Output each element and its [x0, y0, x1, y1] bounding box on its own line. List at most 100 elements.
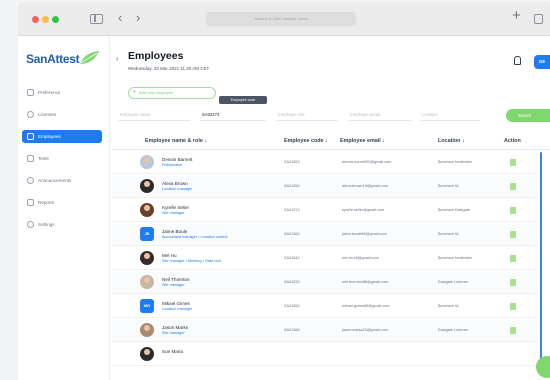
avatar: MG [140, 299, 154, 313]
table-row[interactable]: Neil Thornton Site manager SA01532 neil.tho… [112, 272, 536, 294]
sidebar-item-licenses[interactable]: Licenses [22, 108, 102, 121]
employee-name: Dennis Barnett [162, 157, 193, 162]
sidebar-item-preference[interactable]: Preference [22, 86, 102, 99]
new-tab-icon[interactable]: + [512, 8, 521, 24]
table-row[interactable]: Alexa Brown Location manager SA01554 alexa.… [112, 176, 536, 198]
table-row[interactable]: MG Mikael Gimes Location manager SA01552 mik… [112, 296, 536, 318]
col-location-header[interactable]: Location ↓ [438, 138, 465, 144]
avatar [140, 323, 154, 337]
edit-icon[interactable] [510, 183, 516, 190]
edit-icon[interactable] [510, 255, 516, 262]
edit-icon[interactable] [510, 159, 516, 166]
employee-email: mikael.gimes88@gmail.com [342, 304, 390, 308]
employee-name: Jason Marks [162, 325, 189, 330]
employee-email-filter[interactable]: Employee email [348, 110, 412, 121]
employee-code: SA01542 [284, 256, 300, 260]
employee-role: Site manager [162, 331, 185, 335]
edit-icon[interactable] [510, 231, 516, 238]
collapse-sidebar-icon[interactable]: ‹ [116, 54, 119, 63]
employee-location: Beneluxe IA [438, 304, 459, 308]
close-window-button[interactable] [32, 16, 39, 23]
employee-role: Site manager • Meeting • Gate lock [162, 259, 222, 263]
edit-icon[interactable] [510, 279, 516, 286]
col-action-header: Action [504, 138, 521, 144]
maximize-window-button[interactable] [52, 16, 59, 23]
employee-location: Beneluxe IA [438, 232, 459, 236]
title-bar: ‹ › Search or enter website name + [18, 2, 550, 36]
sidebar-item-label: Reports [38, 200, 55, 205]
address-bar[interactable]: Search or enter website name [206, 12, 356, 26]
col-email-header[interactable]: Employee email ↓ [340, 138, 385, 144]
avatar: JB [140, 227, 154, 241]
sidebar-item-label: Announcements [38, 178, 72, 183]
employee-role-filter[interactable]: Employee role [276, 110, 338, 121]
employee-code: SA01553 [284, 160, 300, 164]
avatar [140, 251, 154, 265]
col-code-header[interactable]: Employee code ↓ [284, 138, 328, 144]
table-row[interactable]: Jason Marks Site manager SA01566 jason.mark… [112, 320, 536, 342]
sidebar-item-employees[interactable]: Employees [22, 130, 102, 143]
employee-role: Site manager [162, 211, 185, 215]
employee-email: kyrelle.selier@gmail.com [342, 208, 385, 212]
user-avatar[interactable]: GE [534, 55, 550, 69]
page-title: Employees [128, 50, 184, 62]
edit-icon[interactable] [510, 327, 516, 334]
sidebar-item-label: Settings [38, 222, 55, 227]
table-row[interactable]: Mel Hu Site manager • Meeting • Gate lock… [112, 248, 536, 270]
employee-code: SA01574 [284, 208, 300, 212]
sidebar-item-label: Preference [38, 90, 61, 95]
employee-name: Neil Thornton [162, 277, 190, 282]
announcements-icon [27, 177, 34, 184]
table-row[interactable]: Kyrelle Selier Site manager SA01574 kyrelle… [112, 200, 536, 222]
logo-leaf-icon [80, 51, 99, 64]
employee-code: SA01532 [284, 280, 300, 284]
employee-location: Beneluxe Northstein [438, 256, 473, 260]
employee-code-filter[interactable]: SA02274 [200, 110, 266, 121]
edit-icon[interactable] [510, 207, 516, 214]
logo: SanAttest [26, 50, 104, 72]
employee-email: alexa.brown19@gmail.com [342, 184, 388, 188]
table-row[interactable]: Sue Maria [112, 344, 536, 366]
employee-location: Eastgate Lorinner [438, 328, 468, 332]
employee-role: Policymaker [162, 163, 183, 167]
add-employee-button[interactable]: Add new employee [128, 87, 216, 99]
table-row[interactable]: JB Jaime Boule Accountant manager • Locati… [112, 224, 536, 246]
employee-name: Alexa Brown [162, 181, 188, 186]
table-header: Employee name & role ↓ Employee code ↓ E… [112, 134, 550, 150]
employee-location: Eastgate Lorinner [438, 280, 468, 284]
col-name-header[interactable]: Employee name & role ↓ [145, 138, 207, 144]
employees-icon [27, 133, 34, 140]
minimize-window-button[interactable] [42, 16, 49, 23]
employee-code: SA01552 [284, 304, 300, 308]
search-button[interactable]: Search [506, 109, 550, 122]
sidebar-item-announcements[interactable]: Announcements [22, 174, 102, 187]
sidebar-toggle-icon[interactable] [90, 14, 103, 24]
preference-icon [27, 89, 34, 96]
scrollbar[interactable] [540, 152, 542, 362]
tabs-overview-icon[interactable] [534, 14, 543, 24]
employee-location: Beneluxe Northstein [438, 160, 473, 164]
table-row[interactable]: Dennis Barnett Policymaker SA01553 dennis.b… [112, 152, 536, 174]
back-icon[interactable]: ‹ [118, 10, 122, 26]
employee-name: Kyrelle Selier [162, 205, 190, 210]
employee-email: dennis.barnett22@gmail.com [342, 160, 392, 164]
location-filter[interactable]: Location [420, 110, 480, 121]
forward-icon[interactable]: › [136, 10, 140, 26]
sidebar-item-reports[interactable]: Reports [22, 196, 102, 209]
employee-name-filter[interactable]: Employee name [118, 110, 190, 121]
sidebar-item-tests[interactable]: Tests [22, 152, 102, 165]
logo-text: SanAttest [26, 52, 80, 66]
employee-role: Site manager [162, 283, 185, 287]
avatar-initials: JB [144, 232, 150, 236]
edit-icon[interactable] [510, 303, 516, 310]
bell-icon[interactable] [514, 56, 521, 65]
license-icon [27, 111, 34, 118]
sidebar-item-settings[interactable]: Settings [22, 218, 102, 231]
settings-icon [27, 221, 34, 228]
sidebar-item-label: Tests [38, 156, 49, 161]
reports-icon [27, 199, 34, 206]
employee-email: jaime.boule88@gmail.com [342, 232, 387, 236]
avatar [140, 203, 154, 217]
avatar [140, 275, 154, 289]
sidebar: SanAttest Preference Licenses Employees … [18, 36, 110, 380]
